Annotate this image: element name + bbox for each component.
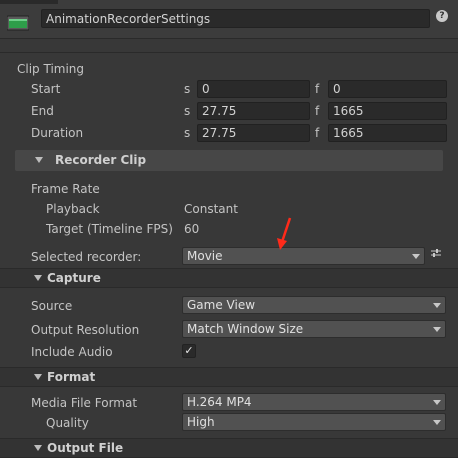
- source-label: Source: [31, 299, 73, 313]
- output-file-foldout[interactable]: Output File: [0, 438, 458, 458]
- chevron-down-icon: [433, 400, 441, 405]
- duration-frames-prefix: f: [315, 126, 320, 140]
- media-file-format-value: H.264 MP4: [187, 395, 252, 409]
- presets-options-icon[interactable]: [430, 247, 442, 259]
- end-seconds-prefix: s: [184, 104, 191, 118]
- foldout-arrow-icon: [34, 275, 42, 281]
- format-title: Format: [47, 370, 96, 384]
- object-name-field[interactable]: AnimationRecorderSettings: [41, 9, 430, 28]
- duration-seconds-prefix: s: [184, 126, 191, 140]
- quality-dropdown[interactable]: High: [182, 413, 446, 431]
- duration-frames-field[interactable]: 1665: [328, 124, 447, 142]
- foldout-arrow-icon: [34, 445, 42, 451]
- quality-value: High: [187, 415, 215, 429]
- target-fps-label: Target (Timeline FPS): [46, 222, 173, 236]
- duration-label: Duration: [31, 126, 84, 140]
- section-divider: [0, 52, 458, 53]
- duration-seconds-field[interactable]: 27.75: [197, 124, 310, 142]
- include-audio-label: Include Audio: [31, 345, 113, 359]
- end-frames-prefix: f: [315, 104, 320, 118]
- foldout-arrow-icon: [34, 374, 42, 380]
- clip-timing-heading: Clip Timing: [17, 62, 85, 76]
- start-label: Start: [31, 82, 61, 96]
- chevron-down-icon: [433, 303, 441, 308]
- recorder-settings-icon: [6, 15, 30, 31]
- target-fps-value[interactable]: 60: [184, 221, 199, 237]
- frame-rate-label: Frame Rate: [31, 182, 100, 196]
- start-frames-prefix: f: [315, 82, 320, 96]
- output-file-title: Output File: [47, 441, 124, 455]
- end-frames-field[interactable]: 1665: [328, 102, 447, 120]
- playback-label: Playback: [46, 202, 100, 216]
- capture-foldout[interactable]: Capture: [0, 268, 458, 288]
- format-foldout[interactable]: Format: [0, 367, 458, 387]
- end-label: End: [31, 104, 54, 118]
- output-resolution-dropdown[interactable]: Match Window Size: [182, 320, 446, 338]
- end-seconds-field[interactable]: 27.75: [197, 102, 310, 120]
- recorder-clip-foldout[interactable]: Recorder Clip: [15, 150, 443, 171]
- annotation-arrow-icon: [277, 217, 292, 250]
- inspector-tab[interactable]: [0, 0, 58, 4]
- playback-value[interactable]: Constant: [184, 201, 238, 217]
- media-file-format-dropdown[interactable]: H.264 MP4: [182, 393, 446, 411]
- chevron-down-icon: [433, 327, 441, 332]
- output-resolution-label: Output Resolution: [31, 323, 140, 337]
- recorder-clip-title: Recorder Clip: [55, 153, 147, 167]
- chevron-down-icon: [433, 420, 441, 425]
- start-frames-field[interactable]: 0: [328, 80, 447, 98]
- media-file-format-label: Media File Format: [31, 396, 138, 410]
- source-dropdown[interactable]: Game View: [182, 296, 446, 314]
- checkmark-icon: ✓: [184, 344, 194, 357]
- include-audio-checkbox[interactable]: ✓: [182, 344, 196, 358]
- source-value: Game View: [187, 298, 256, 312]
- output-resolution-value: Match Window Size: [187, 322, 304, 336]
- start-seconds-prefix: s: [184, 82, 191, 96]
- header-divider: [0, 38, 458, 39]
- inspector-header: AnimationRecorderSettings ?: [0, 0, 458, 38]
- foldout-arrow-icon: [35, 157, 43, 163]
- quality-label: Quality: [46, 416, 89, 430]
- selected-recorder-label: Selected recorder:: [31, 250, 142, 264]
- selected-recorder-value: Movie: [187, 249, 223, 263]
- start-seconds-field[interactable]: 0: [197, 80, 310, 98]
- capture-title: Capture: [47, 271, 101, 285]
- chevron-down-icon: [412, 254, 420, 259]
- help-icon[interactable]: ?: [436, 10, 448, 22]
- selected-recorder-dropdown[interactable]: Movie: [182, 247, 425, 265]
